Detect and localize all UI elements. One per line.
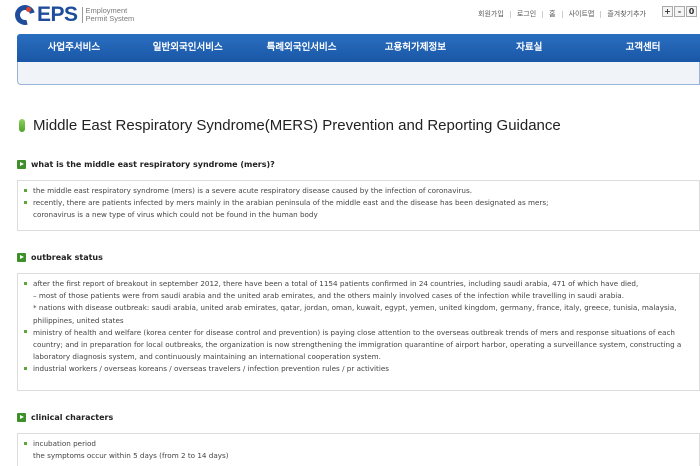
- nav-tab-customer-center[interactable]: 고객센터: [586, 34, 700, 62]
- list-item-continuation: – most of those patients were from saudi…: [33, 291, 624, 301]
- eps-logo[interactable]: EPS Employment Permit System: [11, 1, 134, 29]
- sitemap-link[interactable]: 사이트맵: [563, 9, 601, 19]
- list-item-continuation: the symptoms occur within 5 days (from 2…: [33, 451, 229, 461]
- section-heading: outbreak status: [17, 253, 103, 262]
- list-item-continuation: coronavirus is a new type of virus which…: [33, 210, 318, 220]
- list-item: after the first report of breakout in se…: [24, 278, 693, 290]
- nav-tab-eps-info[interactable]: 고용허가제정보: [358, 34, 472, 62]
- bullet-icon: [24, 441, 27, 445]
- list-item: incubation period: [24, 438, 693, 450]
- zoom-out-button[interactable]: -: [674, 6, 685, 17]
- title-marker-icon: [19, 119, 25, 132]
- zoom-in-button[interactable]: +: [662, 6, 673, 17]
- bullet-icon: [24, 366, 27, 370]
- list-item-continuation: laboratory diagnosis system, and continu…: [33, 352, 381, 362]
- bullet-icon: [24, 281, 27, 285]
- main-nav: 사업주서비스 일반외국인서비스 특례외국인서비스 고용허가제정보 자료실 고객센…: [17, 34, 700, 62]
- section-heading: clinical characters: [17, 413, 113, 422]
- arrow-right-icon: [17, 413, 26, 422]
- zoom-controls: + - 0: [662, 6, 697, 17]
- zoom-reset-button[interactable]: 0: [686, 6, 697, 17]
- list-item-continuation: * nations with disease outbreak: saudi a…: [33, 303, 677, 313]
- arrow-right-icon: [17, 160, 26, 169]
- sub-nav-bar: [17, 62, 700, 85]
- list-item: industrial workers / overseas koreans / …: [24, 363, 693, 375]
- logo-mark-icon: [11, 1, 39, 29]
- nav-tab-general-foreigner-service[interactable]: 일반외국인서비스: [131, 34, 245, 62]
- bullet-icon: [24, 200, 27, 204]
- section-title: outbreak status: [31, 253, 103, 262]
- list-item: recently, there are patients infected by…: [24, 197, 693, 209]
- login-link[interactable]: 로그인: [511, 9, 542, 19]
- section-heading: what is the middle east respiratory synd…: [17, 160, 275, 169]
- list-item-continuation: country; and in preparation for local ou…: [33, 340, 682, 350]
- bullet-icon: [24, 330, 27, 334]
- section-title: what is the middle east respiratory synd…: [31, 160, 275, 169]
- bullet-icon: [24, 188, 27, 192]
- section-title: clinical characters: [31, 413, 114, 422]
- page-title: Middle East Respiratory Syndrome(MERS) P…: [19, 117, 561, 134]
- list-item-continuation: philippines, united states: [33, 315, 124, 325]
- signup-link[interactable]: 회원가입: [472, 9, 510, 19]
- list-item: ministry of health and welfare (korea ce…: [24, 327, 693, 339]
- section-box: the middle east respiratory syndrome (me…: [17, 180, 700, 231]
- section-box: incubation period the symptoms occur wit…: [17, 433, 700, 466]
- home-link[interactable]: 홈: [543, 9, 561, 19]
- nav-tab-special-foreigner-service[interactable]: 특례외국인서비스: [245, 34, 359, 62]
- utility-links: 회원가입 로그인 홈 사이트맵 즐겨찾기추가: [472, 9, 652, 19]
- page-title-text: Middle East Respiratory Syndrome(MERS) P…: [33, 117, 561, 134]
- bookmark-link[interactable]: 즐겨찾기추가: [601, 9, 652, 19]
- list-item: the middle east respiratory syndrome (me…: [24, 185, 693, 197]
- nav-tab-resources[interactable]: 자료실: [472, 34, 586, 62]
- arrow-right-icon: [17, 253, 26, 262]
- logo-text: EPS: [37, 3, 78, 26]
- logo-subtitle: Employment Permit System: [81, 7, 134, 23]
- nav-tab-employer-service[interactable]: 사업주서비스: [17, 34, 131, 62]
- section-box: after the first report of breakout in se…: [17, 273, 700, 391]
